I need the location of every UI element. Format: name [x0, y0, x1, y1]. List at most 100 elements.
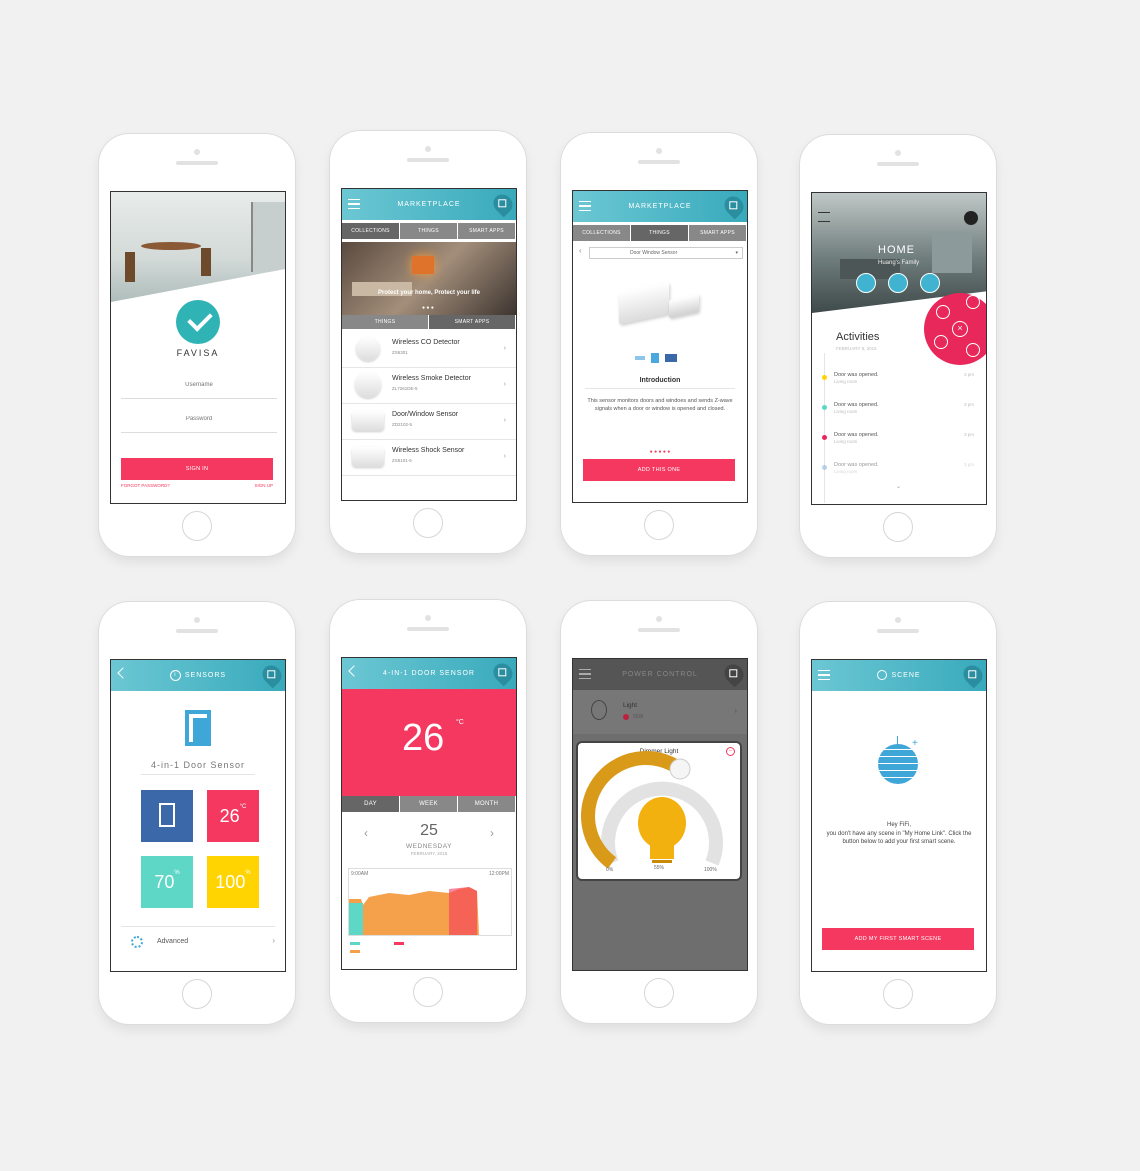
list-item[interactable]: Wireless Shock Sensor ZS5101-5 › — [342, 439, 516, 476]
check-icon — [176, 300, 220, 344]
radial-menu[interactable]: × — [924, 293, 986, 365]
camera — [895, 150, 901, 156]
curtain-icon[interactable] — [966, 343, 980, 357]
thermometer-icon[interactable] — [966, 295, 980, 309]
subtab-things[interactable]: THINGS — [342, 315, 429, 329]
banner-image[interactable]: Protect your home, Protect your life ● ●… — [342, 242, 516, 315]
top-tabs: COLLECTIONS THINGS SMART APPS — [573, 225, 747, 241]
temperature-chart — [349, 887, 479, 935]
item-code: ZL7261DE-5 — [392, 386, 418, 391]
shock-sensor-thumb — [352, 447, 384, 467]
speaker — [176, 629, 218, 633]
tab-things[interactable]: THINGS — [400, 223, 458, 239]
add-scene-button[interactable]: ADD MY FIRST SMART SCENE — [822, 928, 974, 950]
door-tile[interactable] — [141, 790, 193, 842]
tab-day[interactable]: DAY — [342, 796, 400, 812]
item-name: Wireless CO Detector — [392, 339, 460, 346]
tab-week[interactable]: WEEK — [400, 796, 458, 812]
dimmer-value: 55% — [654, 865, 665, 871]
list-item[interactable]: Door/Window Sensor ZD2102-5 › — [342, 403, 516, 440]
chevron-right-icon: › — [503, 417, 506, 424]
speaker — [638, 628, 680, 632]
speaker — [877, 162, 919, 166]
activity-text: Door was opened. — [834, 372, 879, 378]
menu-icon[interactable] — [818, 212, 830, 222]
tab-month[interactable]: MONTH — [458, 796, 516, 812]
dimmer-knob[interactable] — [669, 758, 691, 780]
home-button[interactable] — [182, 511, 212, 541]
watts-value: 55W — [633, 714, 644, 720]
legend-swatch-orange — [350, 950, 360, 953]
camera-icon[interactable] — [934, 335, 948, 349]
home-screen: HOME Huang's Family × Activities FEBRUAR… — [811, 192, 987, 505]
light-quick-icon[interactable] — [856, 273, 876, 293]
light-row[interactable]: Light 55W › — [573, 690, 747, 734]
dimmer-min: 0% — [606, 867, 614, 873]
tab-collections[interactable]: COLLECTIONS — [342, 223, 400, 239]
light-label: Light — [623, 702, 638, 709]
speaker — [877, 629, 919, 633]
sensors-screen: i SENSORS 4-in-1 Door Sensor 26°C 70% 100… — [110, 659, 286, 972]
room-photo — [111, 192, 285, 302]
dimmer-dial[interactable] — [578, 743, 744, 883]
back-chevron-icon[interactable]: ‹ — [579, 246, 582, 255]
chevron-down-icon[interactable]: ⌄ — [896, 483, 901, 490]
location-pin-icon[interactable] — [964, 211, 978, 225]
speaker — [638, 160, 680, 164]
camera — [656, 148, 662, 154]
home-button[interactable] — [644, 510, 674, 540]
humidity-tile[interactable]: 70% — [141, 856, 193, 908]
tab-smart-apps[interactable]: SMART APPS — [458, 223, 516, 239]
home-button[interactable] — [883, 512, 913, 542]
forgot-password-link[interactable]: FORGOT PASSWORD? — [121, 483, 170, 488]
home-button[interactable] — [644, 978, 674, 1008]
gear-icon — [131, 936, 143, 948]
list-item[interactable]: Wireless Smoke Detector ZL7261DE-5 › — [342, 367, 516, 404]
list-item[interactable]: Wireless CO Detector ZS6301 › — [342, 331, 516, 368]
sign-up-link[interactable]: SIGN UP — [254, 483, 273, 488]
speaker — [176, 161, 218, 165]
status-dot — [822, 435, 827, 440]
password-field[interactable] — [121, 406, 277, 433]
device-name: 4-in-1 Door Sensor — [150, 760, 246, 770]
tab-things[interactable]: THINGS — [631, 225, 689, 241]
divider — [121, 926, 275, 927]
home-button[interactable] — [182, 979, 212, 1009]
add-this-button[interactable]: ADD THIS ONE — [583, 459, 735, 481]
fridge-quick-icon[interactable] — [888, 273, 908, 293]
item-code: ZS5101-5 — [392, 458, 412, 463]
activity-time: 3 pm — [963, 372, 974, 377]
tab-smart-apps[interactable]: SMART APPS — [689, 225, 747, 241]
phone-door-sensor: 4-IN-1 DOOR SENSOR 26 °C DAY WEEK MONTH … — [330, 600, 526, 1022]
light-tile[interactable]: 100% — [207, 856, 259, 908]
advanced-row[interactable]: Advanced › — [111, 932, 285, 956]
temperature-unit: °C — [456, 719, 464, 726]
select-value: Door Window Sensor — [630, 250, 678, 256]
dimmer-dialog: Dimmer Light − 0% 55% 100% — [576, 741, 742, 881]
home-button[interactable] — [413, 508, 443, 538]
home-button[interactable] — [883, 979, 913, 1009]
username-field[interactable] — [121, 372, 277, 399]
temperature-tile[interactable]: 26°C — [207, 790, 259, 842]
brand-name: FAVISA — [176, 348, 220, 358]
chevron-right-icon: › — [503, 381, 506, 388]
subtab-smart-apps[interactable]: SMART APPS — [429, 315, 516, 329]
close-icon[interactable]: × — [952, 321, 968, 337]
activities-title: Activities — [836, 331, 880, 343]
header-title: 4-IN-1 DOOR SENSOR — [383, 670, 475, 677]
door-quick-icon[interactable] — [920, 273, 940, 293]
door-white-icon — [159, 803, 175, 827]
variant-thumbs[interactable] — [635, 353, 685, 363]
activity-item: Door was opened. Living room 3 pm — [822, 461, 982, 487]
header-title: POWER CONTROL — [622, 671, 698, 678]
phone-home: HOME Huang's Family × Activities FEBRUAR… — [800, 135, 996, 557]
sign-in-button[interactable]: SIGN IN — [121, 458, 273, 480]
legend-swatch-pink — [394, 942, 404, 945]
device-select[interactable]: Door Window Sensor ▾ — [589, 247, 743, 259]
header-title: SCENE — [812, 660, 986, 691]
bulb-icon[interactable] — [936, 305, 950, 319]
tab-collections[interactable]: COLLECTIONS — [573, 225, 631, 241]
header: SCENE — [812, 660, 986, 691]
home-button[interactable] — [413, 977, 443, 1007]
light-unit: % — [245, 870, 251, 876]
